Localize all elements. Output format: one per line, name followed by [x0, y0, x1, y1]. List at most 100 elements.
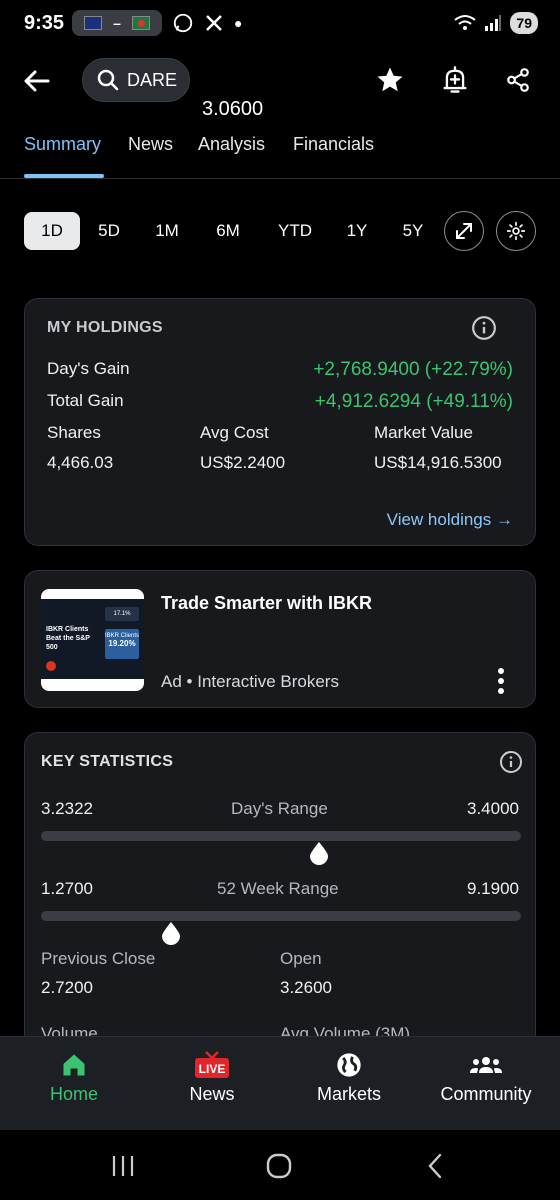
52-week-high: 9.1900 [467, 879, 519, 898]
fullscreen-chart-button[interactable] [444, 211, 484, 251]
52-week-range-label: 52 Week Range [217, 879, 339, 898]
more-options-icon[interactable] [491, 667, 511, 695]
current-price: 3.0600 [202, 98, 264, 120]
total-gain-value: +4,912.6294 (+49.11%) [314, 391, 513, 412]
tab-analysis[interactable]: Analysis [198, 134, 265, 155]
info-icon[interactable] [471, 315, 497, 341]
nav-markets-label: Markets [316, 1084, 381, 1104]
tab-summary[interactable]: Summary [24, 134, 101, 155]
notification-pill: – [72, 10, 162, 36]
day-range-label: Day's Range [231, 799, 328, 818]
market-value-value: US$14,916.5300 [374, 453, 502, 472]
ad-thumbnail-headline: IBKR Clients Beat the S&P 500 [46, 626, 90, 651]
previous-close-label: Previous Close [41, 949, 156, 968]
ad-card[interactable]: IBKR Clients Beat the S&P 500 17.1% IBKR… [24, 570, 536, 708]
watchlist-star-button[interactable] [372, 62, 408, 98]
range-ytd[interactable]: YTD [272, 212, 318, 250]
range-6m[interactable]: 6M [208, 212, 248, 250]
nav-news-label: News [189, 1084, 235, 1104]
holdings-card: MY HOLDINGS Day's Gain +2,768.9400 (+22.… [24, 298, 536, 546]
range-1m[interactable]: 1M [148, 212, 186, 250]
52-week-track [41, 911, 521, 921]
dot-separator-icon: • [186, 672, 198, 691]
chart-settings-button[interactable] [496, 211, 536, 251]
bell-plus-icon [443, 66, 467, 93]
shares-label: Shares [47, 423, 101, 442]
gear-icon [506, 221, 526, 241]
days-gain-value: +2,768.9400 (+22.79%) [313, 359, 513, 380]
ad-thumbnail-stat-label: IBKR Clients [105, 633, 140, 639]
back-system-icon[interactable] [424, 1152, 446, 1180]
day-range-high: 3.4000 [467, 799, 519, 818]
live-badge: LIVE [198, 1062, 226, 1076]
day-range-marker [310, 842, 329, 865]
shares-value: 4,466.03 [47, 453, 114, 472]
avg-cost-value: US$2.2400 [200, 453, 286, 472]
search-pill[interactable]: DARE [82, 58, 190, 102]
total-gain-label: Total Gain [47, 391, 124, 410]
range-1d[interactable]: 1D [24, 212, 80, 250]
ad-tag: Ad [161, 672, 182, 691]
recent-apps-icon[interactable] [110, 1154, 136, 1178]
expand-icon [456, 223, 472, 239]
ad-thumbnail: IBKR Clients Beat the S&P 500 17.1% IBKR… [41, 589, 144, 691]
range-5y[interactable]: 5Y [396, 212, 430, 250]
nav-home-label: Home [49, 1084, 98, 1104]
info-icon[interactable] [499, 750, 523, 774]
star-icon [377, 67, 403, 92]
previous-close-value: 2.7200 [41, 978, 93, 997]
open-value: 3.2600 [280, 978, 332, 997]
whatsapp-icon [173, 13, 193, 33]
back-button[interactable] [22, 62, 62, 102]
dot-icon: ● [234, 15, 243, 31]
share-icon [507, 68, 529, 92]
ad-thumbnail-panel: IBKR Clients Beat the S&P 500 17.1% IBKR… [41, 599, 144, 679]
key-statistics-title: KEY STATISTICS [41, 753, 174, 770]
status-app-icons: ● [172, 12, 242, 34]
status-right: 79 [454, 12, 538, 34]
tab-news[interactable]: News [128, 134, 173, 155]
search-ticker: DARE [127, 69, 178, 90]
ad-title: Trade Smarter with IBKR [161, 593, 373, 613]
nav-community[interactable]: Community [426, 1050, 546, 1105]
view-holdings-link[interactable]: View holdings → [387, 510, 513, 530]
share-button[interactable] [500, 62, 536, 98]
home-system-icon[interactable] [265, 1152, 293, 1180]
flag-icon [132, 16, 151, 30]
open-label: Open [280, 949, 322, 968]
battery-level: 79 [510, 12, 538, 34]
ibkr-logo-icon [46, 661, 56, 671]
range-1y[interactable]: 1Y [340, 212, 374, 250]
add-alert-button[interactable] [437, 62, 473, 98]
day-range-low: 3.2322 [41, 799, 93, 818]
nav-home[interactable]: Home [14, 1050, 134, 1105]
holdings-title: MY HOLDINGS [47, 319, 163, 336]
x-icon [206, 15, 222, 31]
ad-thumbnail-stat2: 17.1% [105, 607, 139, 621]
people-icon [470, 1057, 502, 1073]
status-time: 9:35 [24, 12, 65, 34]
tabs-divider [0, 178, 560, 179]
nav-markets[interactable]: Markets [289, 1050, 409, 1105]
ad-thumbnail-stat-box: IBKR Clients 19.20% [105, 629, 139, 659]
range-5d[interactable]: 5D [90, 212, 128, 250]
52-week-low: 1.2700 [41, 879, 93, 898]
dash-icon: – [113, 15, 121, 31]
day-range-track [41, 831, 521, 841]
globe-icon [337, 1053, 361, 1077]
home-icon [63, 1054, 85, 1076]
arrow-left-icon [24, 70, 50, 92]
nav-community-label: Community [440, 1084, 532, 1104]
52-week-marker [161, 922, 180, 945]
ad-sponsor: Interactive Brokers [197, 672, 339, 691]
ad-thumbnail-stat: 19.20% [108, 639, 136, 648]
flag-icon [83, 16, 102, 30]
system-navigation-bar [0, 1130, 560, 1200]
days-gain-label: Day's Gain [47, 359, 130, 378]
live-tv-icon: LIVE [192, 1050, 232, 1080]
avg-cost-label: Avg Cost [200, 423, 269, 442]
tab-financials[interactable]: Financials [293, 134, 374, 155]
market-value-label: Market Value [374, 423, 473, 442]
nav-news[interactable]: LIVE News [152, 1050, 272, 1105]
wifi-icon [454, 15, 477, 30]
